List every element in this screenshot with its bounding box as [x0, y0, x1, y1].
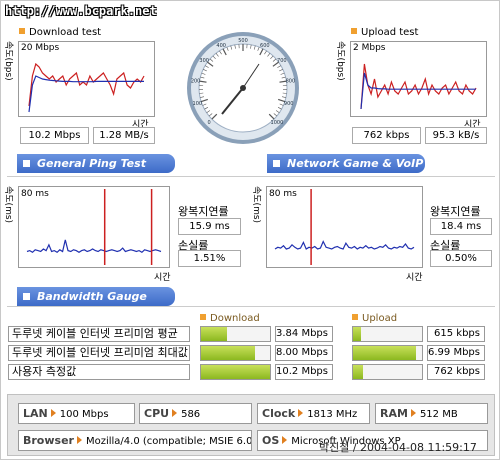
download-row-value: 3.84 Mbps — [275, 326, 333, 342]
ping-left-latency-value: 15.9 ms — [178, 218, 241, 235]
download-level-fill — [201, 365, 270, 379]
ping-graph-right-plot — [274, 189, 415, 265]
upload-row-value: 6.99 Mbps — [427, 345, 485, 361]
lan-info: LAN 100 Mbps — [18, 403, 135, 424]
ping-left-loss-value: 1.51% — [178, 250, 241, 267]
arrow-icon — [172, 409, 178, 417]
divider — [7, 176, 495, 177]
ping-right-ylabel: 속도(ms) — [251, 186, 261, 224]
ping-series-line — [26, 239, 162, 254]
arrow-icon — [76, 436, 82, 444]
upload-level-fill — [353, 346, 417, 360]
gauge-label: 300 — [199, 58, 209, 64]
gauge-label: 200 — [191, 79, 201, 85]
download-test-title: Download test — [19, 27, 101, 38]
upload-graph-plot — [360, 63, 477, 110]
bullet-icon — [200, 314, 206, 320]
gauge-label: 1000 — [271, 120, 284, 126]
download-column-header: Download — [200, 313, 260, 324]
arrow-icon — [282, 436, 288, 444]
bandwidth-row-label: 두루넷 케이블 인터넷 프리미엄 평균 — [8, 326, 190, 342]
gauge-label: 0 — [208, 120, 211, 126]
speed-test-window: http://www.bcpark.net Download test 20 M… — [0, 0, 500, 460]
bullet-icon — [352, 314, 358, 320]
general-ping-test-band: General Ping Test — [17, 154, 175, 173]
ping-right-xlabel: 시간 — [406, 273, 423, 283]
bullet-icon — [19, 28, 25, 34]
divider — [7, 306, 495, 307]
ram-info: RAM 512 MB — [375, 403, 488, 424]
ping-graph-left-plot — [26, 189, 162, 265]
upload-level-bar — [352, 364, 423, 380]
ping-right-loss-value: 0.50% — [430, 250, 492, 267]
download-row-value: 8.00 Mbps — [275, 345, 333, 361]
bullet-icon — [351, 28, 357, 34]
gauge-label: 100 — [193, 101, 203, 107]
ping-right-latency-value: 18.4 ms — [430, 218, 492, 235]
watermark-url: http://www.bcpark.net — [5, 4, 157, 18]
bandwidth-row-label: 사용자 측정값 — [8, 364, 190, 380]
ping-series-line — [274, 240, 415, 250]
gauge-label: 700 — [277, 58, 287, 64]
upload-level-fill — [353, 365, 363, 379]
download-graph-ylabel: 속도(bps) — [3, 41, 13, 81]
upload-row-value: 762 kbps — [427, 364, 485, 380]
arrow-icon — [298, 409, 304, 417]
browser-info: Browser Mozilla/4.0 (compatible; MSIE 6.0 — [18, 430, 252, 451]
download-graph-scale: 20 Mbps — [21, 43, 60, 53]
download-mbps-value: 10.2 Mbps — [20, 127, 89, 144]
download-average-line — [28, 75, 144, 113]
download-level-bar — [200, 364, 271, 380]
download-level-bar — [200, 345, 271, 361]
bandwidth-gauge-band: Bandwidth Gauge — [17, 287, 175, 306]
ping-right-latency-label: 왕복지연률 — [430, 205, 481, 218]
upload-row-value: 615 kbps — [427, 326, 485, 342]
ping-left-scale: 80 ms — [21, 189, 49, 199]
arrow-icon — [410, 409, 416, 417]
gauge-label: 400 — [216, 43, 226, 49]
network-game-voip-band: Network Game & VoIP Test — [267, 154, 425, 189]
ping-left-latency-label: 왕복지연률 — [178, 205, 229, 218]
gauge-label: 600 — [260, 43, 270, 49]
download-level-fill — [201, 327, 227, 341]
author-credit: 박진철 / 2004-04-08 11:59:17 — [319, 441, 477, 454]
upload-column-header: Upload — [352, 313, 397, 324]
speedometer-gauge: 0 100 200 300 400 500 600 700 800 900 1000 — [187, 32, 299, 144]
upload-test-title: Upload test — [351, 27, 418, 38]
ping-left-xlabel: 시간 — [154, 273, 171, 283]
upload-level-bar — [352, 326, 423, 342]
upload-level-fill — [353, 327, 362, 341]
upload-kbs-value: 95.3 kB/s — [425, 127, 487, 144]
download-level-fill — [201, 346, 256, 360]
ping-left-ylabel: 속도(ms) — [3, 186, 13, 224]
gauge-label: 900 — [284, 101, 294, 107]
clock-info: Clock 1813 MHz — [257, 403, 370, 424]
arrow-icon — [50, 409, 56, 417]
download-level-bar — [200, 326, 271, 342]
upload-level-bar — [352, 345, 423, 361]
download-graph-plot — [28, 62, 145, 113]
bandwidth-row-label: 두루넷 케이블 인터넷 프리미엄 최대값 — [8, 345, 190, 361]
download-mbs-value: 1.28 MB/s — [93, 127, 155, 144]
upload-graph-ylabel: 속도(bps) — [335, 41, 345, 81]
download-series-line — [28, 62, 145, 107]
ping-right-scale: 80 ms — [269, 189, 297, 199]
upload-kbps-value: 762 kbps — [352, 127, 421, 144]
gauge-label: 800 — [286, 79, 296, 85]
cpu-info: CPU 586 — [139, 403, 252, 424]
download-row-value: 10.2 Mbps — [275, 364, 333, 380]
gauge-label: 500 — [238, 38, 248, 44]
upload-graph-scale: 2 Mbps — [353, 43, 386, 53]
upload-series-line — [360, 63, 477, 110]
